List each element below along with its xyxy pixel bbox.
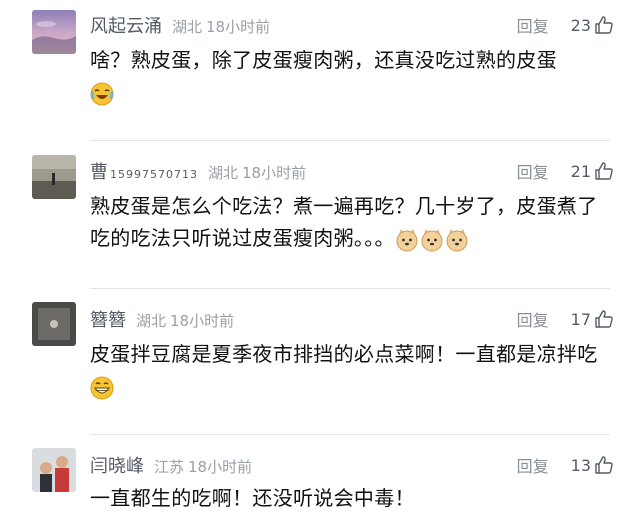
reply-button[interactable]: 回复 bbox=[517, 453, 549, 477]
comment-actions: 回复 21 bbox=[517, 159, 614, 183]
comment-meta: 风起云涌 湖北 18小时前 bbox=[90, 12, 270, 38]
comment-text-content: 皮蛋拌豆腐是夏季夜市排挡的必点菜啊！一直都是凉拌吃 bbox=[90, 342, 598, 366]
like-count: 23 bbox=[570, 15, 591, 35]
comment-text-content: 熟皮蛋是怎么个吃法？煮一遍再吃？几十岁了，皮蛋煮了吃的吃法只听说过皮蛋瘦肉粥。。… bbox=[90, 194, 598, 250]
thumbs-up-icon[interactable] bbox=[594, 309, 614, 329]
comment-text: 皮蛋拌豆腐是夏季夜市排挡的必点菜啊！一直都是凉拌吃 bbox=[90, 338, 610, 402]
like-count: 13 bbox=[570, 455, 591, 475]
grinning-emoji-icon bbox=[90, 376, 114, 400]
comment-text: 熟皮蛋是怎么个吃法？煮一遍再吃？几十岁了，皮蛋煮了吃的吃法只听说过皮蛋瘦肉粥。。… bbox=[90, 190, 610, 254]
username[interactable]: 曹 bbox=[90, 158, 108, 184]
doge-emoji-icon bbox=[445, 228, 469, 252]
timestamp: 18小时前 bbox=[206, 18, 271, 36]
reply-button[interactable]: 回复 bbox=[517, 307, 549, 331]
avatar[interactable] bbox=[32, 10, 76, 54]
thumbs-up-icon[interactable] bbox=[594, 15, 614, 35]
comment-text-content: 一直都生的吃啊！还没听说会中毒！ bbox=[90, 486, 415, 510]
like-count: 17 bbox=[570, 309, 591, 329]
reply-button[interactable]: 回复 bbox=[517, 159, 549, 183]
avatar[interactable] bbox=[32, 155, 76, 199]
comment-actions: 回复 23 bbox=[517, 13, 614, 37]
laughing-crying-emoji-icon bbox=[90, 82, 114, 106]
comment-meta: 曹 15997570713 湖北 18小时前 bbox=[90, 158, 306, 184]
comment-meta: 簪簪 湖北 18小时前 bbox=[90, 306, 234, 332]
reply-button[interactable]: 回复 bbox=[517, 13, 549, 37]
username[interactable]: 簪簪 bbox=[90, 306, 126, 332]
comment-text-content: 啥？熟皮蛋，除了皮蛋瘦肉粥，还真没吃过熟的皮蛋 bbox=[90, 48, 557, 72]
location: 湖北 bbox=[172, 18, 203, 36]
thumbs-up-icon[interactable] bbox=[594, 455, 614, 475]
username[interactable]: 风起云涌 bbox=[90, 12, 162, 38]
comment-text: 一直都生的吃啊！还没听说会中毒！ bbox=[90, 482, 610, 514]
comment-actions: 回复 13 bbox=[517, 453, 614, 477]
timestamp: 18小时前 bbox=[242, 164, 307, 182]
timestamp: 18小时前 bbox=[170, 312, 235, 330]
divider bbox=[90, 140, 610, 141]
avatar[interactable] bbox=[32, 302, 76, 346]
comment-text: 啥？熟皮蛋，除了皮蛋瘦肉粥，还真没吃过熟的皮蛋 bbox=[90, 44, 610, 108]
divider bbox=[90, 288, 610, 289]
location: 湖北 bbox=[207, 164, 238, 182]
username-suffix[interactable]: 15997570713 bbox=[110, 168, 198, 181]
comment-meta: 闫晓峰 江苏 18小时前 bbox=[90, 452, 252, 478]
thumbs-up-icon[interactable] bbox=[594, 161, 614, 181]
timestamp: 18小时前 bbox=[188, 458, 253, 476]
comment-actions: 回复 17 bbox=[517, 307, 614, 331]
location: 湖北 bbox=[136, 312, 167, 330]
username[interactable]: 闫晓峰 bbox=[90, 452, 144, 478]
avatar[interactable] bbox=[32, 448, 76, 492]
doge-emoji-icon bbox=[395, 228, 419, 252]
like-count: 21 bbox=[570, 161, 591, 181]
location: 江苏 bbox=[154, 458, 185, 476]
doge-emoji-icon bbox=[420, 228, 444, 252]
divider bbox=[90, 434, 610, 435]
comment-list: 风起云涌 湖北 18小时前 回复 23 啥？熟皮蛋，除了皮蛋瘦肉粥，还真没吃过熟… bbox=[0, 0, 640, 519]
